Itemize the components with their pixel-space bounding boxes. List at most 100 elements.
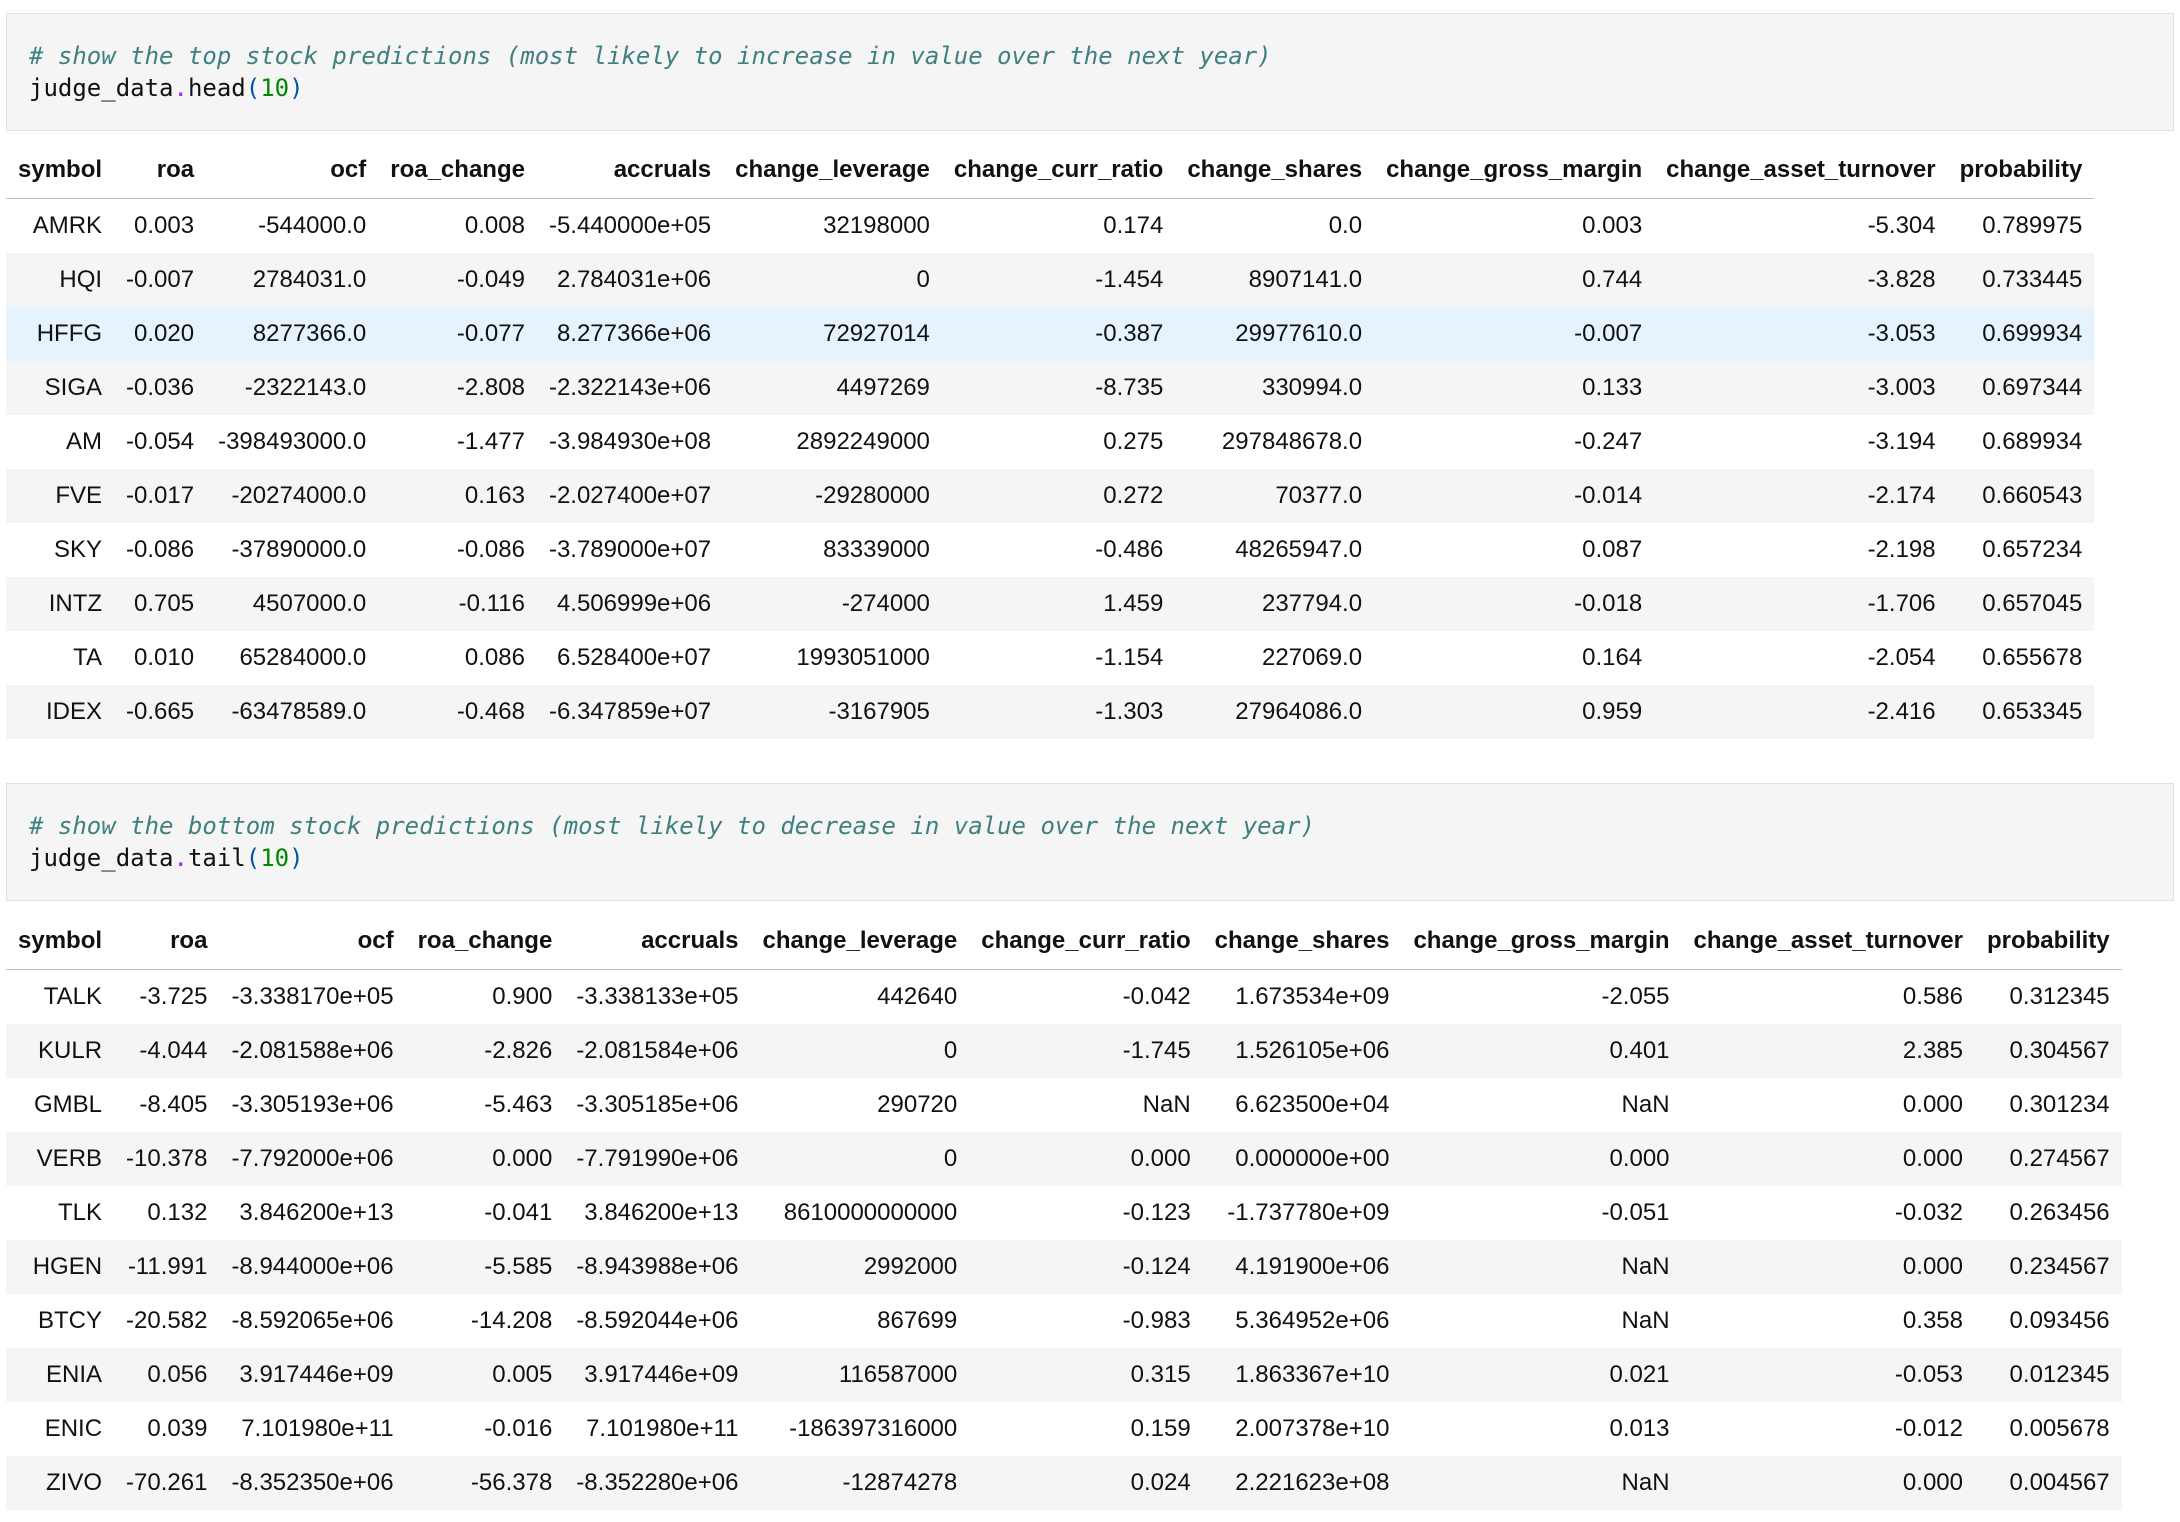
- cell-change-gross-margin: -0.014: [1374, 469, 1655, 523]
- cell-change-leverage: 2992000: [750, 1240, 970, 1294]
- cell-change-shares: 237794.0: [1175, 577, 1375, 631]
- cell-change-asset-turnover: 0.000: [1681, 1240, 1975, 1294]
- cell-accruals: -3.338133e+05: [564, 969, 751, 1024]
- cell-probability: 0.304567: [1974, 1024, 2122, 1078]
- cell-probability: 0.274567: [1974, 1132, 2122, 1186]
- cell-roa-change: -14.208: [405, 1294, 565, 1348]
- column-header-accruals: accruals: [536, 142, 724, 199]
- cell-change-curr-ratio: 0.159: [969, 1402, 1203, 1456]
- cell-accruals: -2.322143e+06: [536, 361, 724, 415]
- cell-change-asset-turnover: -5.304: [1654, 198, 1948, 253]
- column-header-probability: probability: [1974, 913, 2122, 970]
- cell-roa-change: -5.585: [405, 1240, 565, 1294]
- cell-roa-change: 0.900: [405, 969, 565, 1024]
- table-row: BTCY -20.582 -8.592065e+06 -14.208 -8.592044…: [6, 1294, 2122, 1348]
- cell-change-shares: 1.526105e+06: [1202, 1024, 1402, 1078]
- column-header-probability: probability: [1947, 142, 2095, 199]
- cell-change-asset-turnover: 0.000: [1681, 1132, 1975, 1186]
- cell-probability: 0.733445: [1947, 253, 2095, 307]
- output-table-head: symbol roa ocf roa_change accruals change_lev…: [6, 142, 2174, 739]
- cell-change-curr-ratio: -0.387: [941, 307, 1176, 361]
- cell-roa: -10.378: [114, 1132, 220, 1186]
- cell-roa-change: -56.378: [405, 1456, 565, 1510]
- cell-accruals: -5.440000e+05: [536, 198, 724, 253]
- cell-change-shares: 48265947.0: [1175, 523, 1375, 577]
- cell-change-leverage: 116587000: [750, 1348, 970, 1402]
- column-header-change-leverage: change_leverage: [750, 913, 970, 970]
- cell-change-shares: 297848678.0: [1175, 415, 1375, 469]
- cell-roa-change: 0.005: [405, 1348, 565, 1402]
- cell-change-gross-margin: NaN: [1401, 1078, 1682, 1132]
- header-row: symbol roa ocf roa_change accruals change_lev…: [6, 913, 2122, 970]
- code-cell-tail[interactable]: # show the bottom stock predictions (mos…: [6, 783, 2174, 901]
- cell-symbol: IDEX: [6, 685, 115, 739]
- code-argument: 10: [260, 74, 290, 102]
- cell-change-leverage: 1993051000: [723, 631, 942, 685]
- cell-change-asset-turnover: -1.706: [1654, 577, 1948, 631]
- cell-change-leverage: -12874278: [750, 1456, 970, 1510]
- cell-probability: 0.697344: [1947, 361, 2095, 415]
- cell-ocf: -37890000.0: [206, 523, 379, 577]
- cell-symbol: VERB: [6, 1132, 115, 1186]
- cell-symbol: TALK: [6, 969, 115, 1024]
- cell-roa: 0.010: [114, 631, 207, 685]
- column-header-roa: roa: [114, 142, 207, 199]
- cell-change-gross-margin: 0.087: [1374, 523, 1655, 577]
- code-function: tail: [187, 844, 246, 872]
- cell-change-curr-ratio: NaN: [969, 1078, 1203, 1132]
- cell-change-gross-margin: NaN: [1401, 1294, 1682, 1348]
- cell-probability: 0.657234: [1947, 523, 2095, 577]
- cell-ocf: 2784031.0: [206, 253, 379, 307]
- cell-accruals: 2.784031e+06: [536, 253, 724, 307]
- cell-change-gross-margin: -0.051: [1401, 1186, 1682, 1240]
- table-row: ENIA 0.056 3.917446e+09 0.005 3.917446e+09 11…: [6, 1348, 2122, 1402]
- cell-symbol: GMBL: [6, 1078, 115, 1132]
- cell-change-asset-turnover: -0.012: [1681, 1402, 1975, 1456]
- cell-roa-change: -0.041: [405, 1186, 565, 1240]
- code-cell-head[interactable]: # show the top stock predictions (most l…: [6, 13, 2174, 131]
- cell-accruals: 6.528400e+07: [536, 631, 724, 685]
- header-row: symbol roa ocf roa_change accruals change_lev…: [6, 142, 2095, 199]
- cell-ocf: -20274000.0: [206, 469, 379, 523]
- cell-change-asset-turnover: 2.385: [1681, 1024, 1975, 1078]
- cell-change-asset-turnover: -0.053: [1681, 1348, 1975, 1402]
- cell-ocf: -544000.0: [206, 198, 379, 253]
- column-header-change-asset-turnover: change_asset_turnover: [1681, 913, 1975, 970]
- cell-change-gross-margin: 0.133: [1374, 361, 1655, 415]
- cell-ocf: 65284000.0: [206, 631, 379, 685]
- cell-change-shares: 29977610.0: [1175, 307, 1375, 361]
- cell-accruals: 3.917446e+09: [564, 1348, 751, 1402]
- cell-change-asset-turnover: 0.586: [1681, 969, 1975, 1024]
- cell-roa-change: 0.086: [378, 631, 537, 685]
- cell-change-gross-margin: -2.055: [1401, 969, 1682, 1024]
- table-row: HFFG 0.020 8277366.0 -0.077 8.277366e+06 7292…: [6, 307, 2095, 361]
- cell-change-curr-ratio: -8.735: [941, 361, 1176, 415]
- cell-change-curr-ratio: -1.303: [941, 685, 1176, 739]
- code-line: judge_data.tail(10): [29, 842, 2151, 874]
- cell-ocf: 7.101980e+11: [219, 1402, 406, 1456]
- cell-change-shares: 4.191900e+06: [1202, 1240, 1402, 1294]
- cell-change-gross-margin: 0.164: [1374, 631, 1655, 685]
- cell-change-gross-margin: -0.247: [1374, 415, 1655, 469]
- cell-accruals: -8.592044e+06: [564, 1294, 751, 1348]
- cell-change-leverage: -186397316000: [750, 1402, 970, 1456]
- cell-ocf: -2.081588e+06: [219, 1024, 406, 1078]
- cell-change-curr-ratio: -0.042: [969, 969, 1203, 1024]
- cell-change-asset-turnover: 0.358: [1681, 1294, 1975, 1348]
- cell-ocf: -7.792000e+06: [219, 1132, 406, 1186]
- code-argument: 10: [260, 844, 290, 872]
- cell-change-asset-turnover: 0.000: [1681, 1456, 1975, 1510]
- cell-roa-change: -0.116: [378, 577, 537, 631]
- cell-symbol: ZIVO: [6, 1456, 115, 1510]
- cell-ocf: 3.846200e+13: [219, 1186, 406, 1240]
- column-header-change-gross-margin: change_gross_margin: [1401, 913, 1682, 970]
- cell-probability: 0.234567: [1974, 1240, 2122, 1294]
- table-row: HGEN -11.991 -8.944000e+06 -5.585 -8.943988e…: [6, 1240, 2122, 1294]
- cell-probability: 0.012345: [1974, 1348, 2122, 1402]
- cell-ocf: 8277366.0: [206, 307, 379, 361]
- cell-change-shares: 1.863367e+10: [1202, 1348, 1402, 1402]
- code-dot: .: [173, 74, 188, 102]
- cell-roa: -4.044: [114, 1024, 220, 1078]
- table-row: VERB -10.378 -7.792000e+06 0.000 -7.791990e+…: [6, 1132, 2122, 1186]
- cell-change-shares: 330994.0: [1175, 361, 1375, 415]
